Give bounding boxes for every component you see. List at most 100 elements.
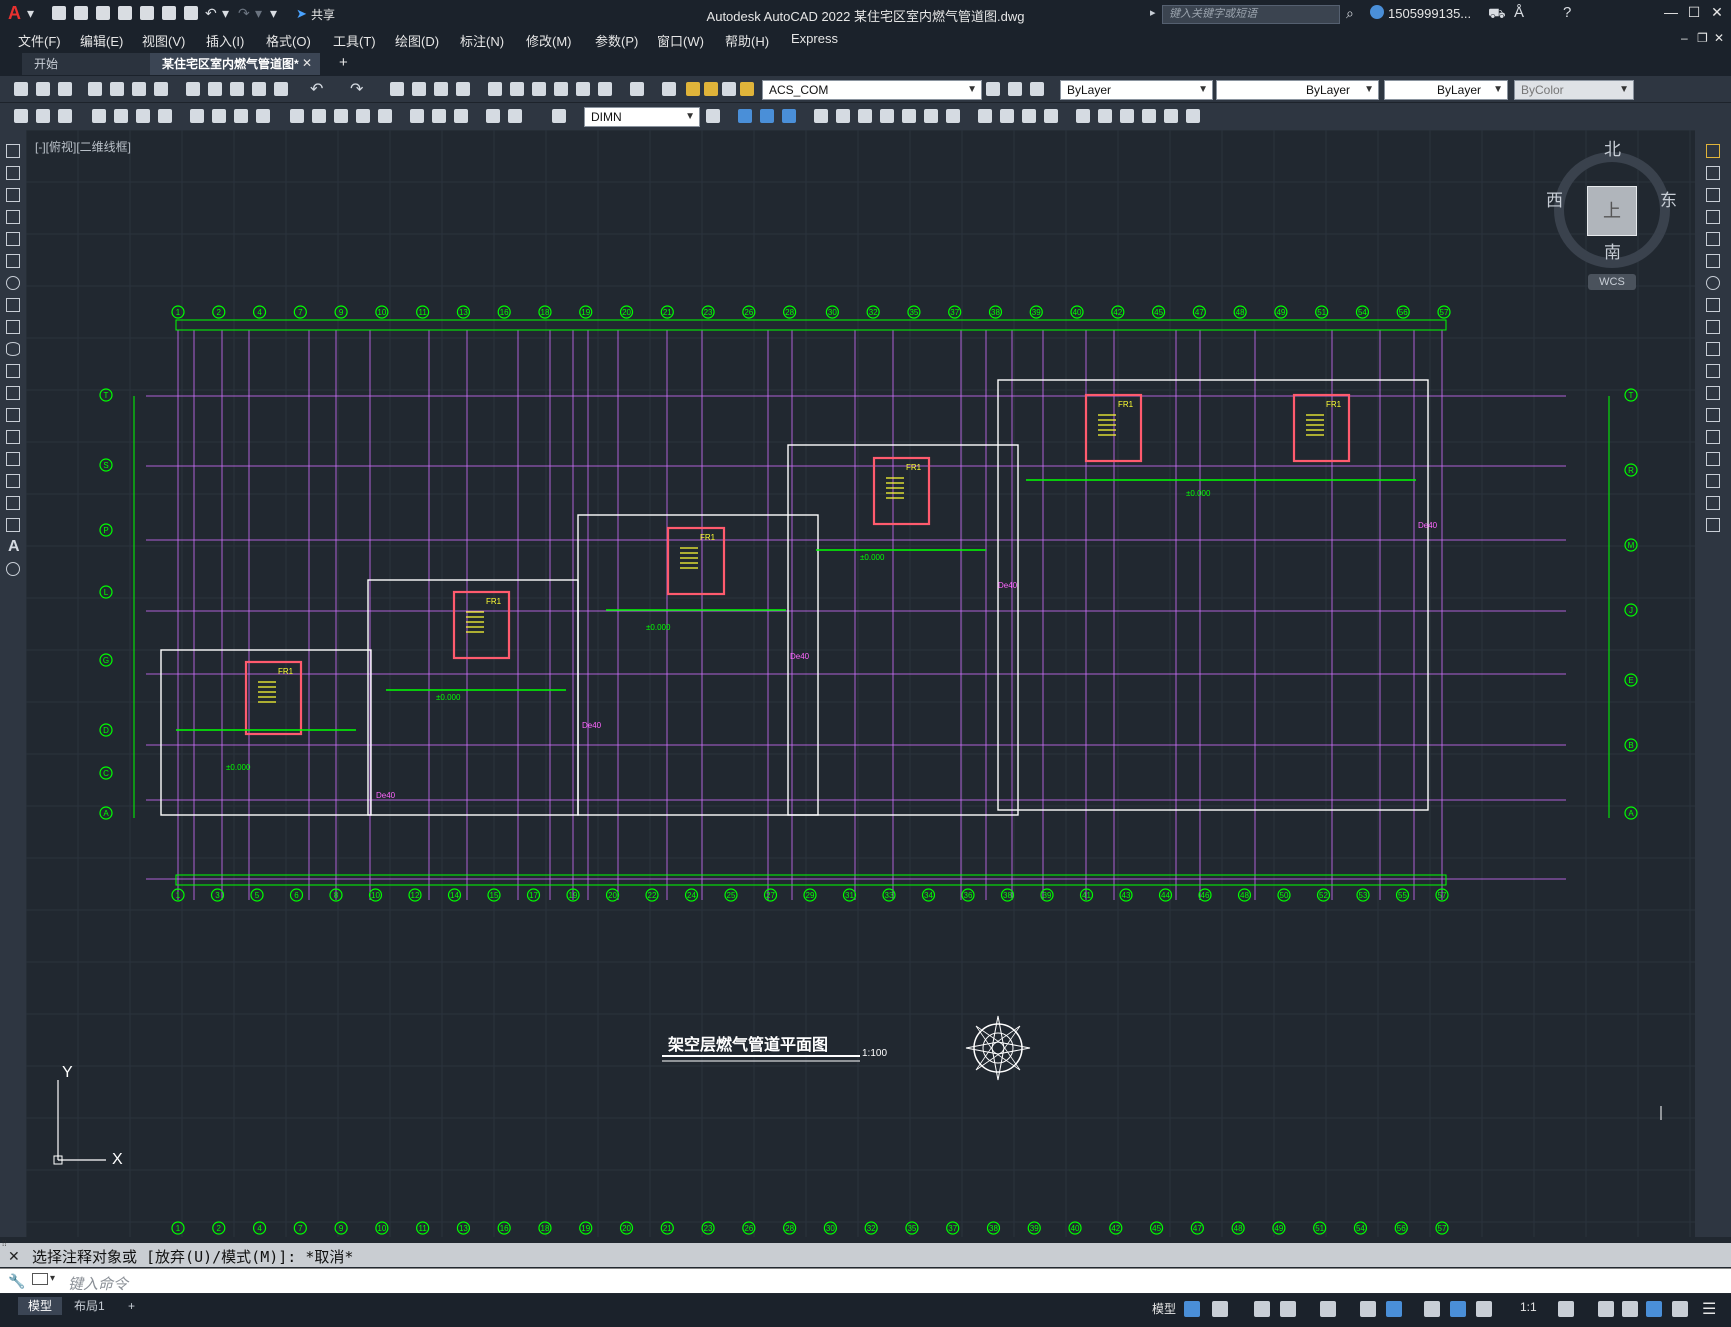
command-input[interactable]: 键入命令 (68, 1273, 128, 1294)
paste-icon[interactable] (230, 82, 244, 96)
publish-icon[interactable] (132, 82, 146, 96)
line-icon[interactable] (6, 144, 20, 158)
move-icon[interactable] (1706, 254, 1720, 268)
plot-icon[interactable] (88, 82, 102, 96)
app-menu-chevron-icon[interactable]: ▾ (27, 6, 39, 20)
rotate-icon[interactable] (1706, 276, 1720, 290)
dim-linear-icon[interactable] (14, 109, 28, 123)
menu-help[interactable]: 帮助(H) (725, 31, 769, 50)
hatch-icon[interactable] (6, 452, 20, 466)
layer-on-icon[interactable] (686, 82, 700, 96)
linetype-dropdown[interactable]: ByLayer ▼ (1216, 80, 1379, 100)
dim-space-icon[interactable] (290, 109, 304, 123)
layer-dropdown[interactable]: ACS_COM ▼ (762, 80, 982, 100)
spline-icon[interactable] (6, 320, 20, 334)
undo-icon[interactable]: ↶ (310, 79, 323, 99)
redo-icon[interactable]: ↷ (350, 79, 363, 99)
polar-icon[interactable] (1280, 1301, 1296, 1317)
intersect-icon[interactable] (946, 109, 960, 123)
annotation-visibility-icon[interactable] (1450, 1301, 1466, 1317)
cut-icon[interactable] (186, 82, 200, 96)
search-icon[interactable]: ⌕ (1346, 5, 1354, 22)
zoom-window-icon[interactable] (434, 82, 448, 96)
design-center-icon[interactable] (510, 82, 524, 96)
add-layout-button[interactable]: + (118, 1297, 145, 1315)
explode-icon[interactable] (1706, 518, 1720, 532)
render-icon[interactable] (1000, 109, 1014, 123)
workspace-gear-icon[interactable] (1558, 1301, 1574, 1317)
menu-view[interactable]: 视图(V) (142, 31, 185, 50)
help-icon[interactable] (630, 82, 644, 96)
menu-express[interactable]: Express (791, 31, 838, 46)
tab-document[interactable]: 某住宅区室内燃气管道图* (150, 53, 320, 75)
dim-baseline-icon[interactable] (234, 109, 248, 123)
cart-icon[interactable]: ⛟ (1488, 5, 1506, 24)
customize-wrench-icon[interactable]: 🔧 (8, 1273, 25, 1290)
redo-dropdown-icon[interactable]: ▾ (255, 6, 267, 20)
break-at-point-icon[interactable] (1706, 386, 1720, 400)
color-dropdown[interactable]: ByLayer ▼ (1060, 80, 1213, 100)
lineweight-dropdown[interactable]: ByLayer ▼ (1384, 80, 1508, 100)
dim-override-icon[interactable] (552, 109, 566, 123)
viewcube-top-face[interactable]: 上 (1587, 186, 1637, 236)
auto-scale-icon[interactable] (1476, 1301, 1492, 1317)
new-file-icon[interactable] (52, 6, 66, 20)
revcloud-icon[interactable] (6, 298, 20, 312)
zoom-realtime-icon[interactable] (412, 82, 426, 96)
plot-icon[interactable] (184, 6, 198, 20)
clean-screen-icon[interactable] (1672, 1301, 1688, 1317)
viewcube-south[interactable]: 南 (1604, 238, 1621, 263)
units-icon[interactable] (1622, 1301, 1638, 1317)
tab-model[interactable]: 模型 (18, 1297, 63, 1315)
menu-modify[interactable]: 修改(M) (526, 31, 572, 50)
dim-jogged-icon[interactable] (136, 109, 150, 123)
copy-icon[interactable] (208, 82, 222, 96)
doc-close-icon[interactable]: ✕ (1714, 31, 1724, 45)
ellipse-arc-icon[interactable] (6, 364, 20, 378)
share-icon[interactable]: ➤ (296, 6, 307, 22)
zoom-previous-icon[interactable] (456, 82, 470, 96)
viewcube-north[interactable]: 北 (1604, 135, 1621, 160)
dim-angular-icon[interactable] (190, 109, 204, 123)
dim-continue-icon[interactable] (256, 109, 270, 123)
join-icon[interactable] (1706, 430, 1720, 444)
object-snap-tracking-icon[interactable] (1360, 1301, 1376, 1317)
menu-insert[interactable]: 插入(I) (206, 31, 244, 50)
pan-icon[interactable] (390, 82, 404, 96)
tolerance-icon[interactable] (334, 109, 348, 123)
close-icon[interactable]: ✕ (1706, 4, 1728, 24)
model-space-button[interactable]: 模型 (1152, 1300, 1176, 1317)
quickcalc-icon[interactable] (598, 82, 612, 96)
layer-lock-icon[interactable] (740, 82, 754, 96)
ucs-object-icon[interactable] (1164, 109, 1178, 123)
arc-icon[interactable] (6, 254, 20, 268)
lineweight-icon[interactable] (1424, 1301, 1440, 1317)
open-icon[interactable] (36, 82, 50, 96)
add-selected-icon[interactable] (6, 562, 20, 576)
autocad-logo-icon[interactable]: A (8, 3, 26, 23)
inspection-icon[interactable] (378, 109, 392, 123)
menu-edit[interactable]: 编辑(E) (80, 31, 123, 50)
dim-break-icon[interactable] (312, 109, 326, 123)
ucs-face-icon[interactable] (1142, 109, 1156, 123)
menu-tools[interactable]: 工具(T) (333, 31, 376, 50)
scale-icon[interactable] (1706, 298, 1720, 312)
fillet-icon[interactable] (1706, 474, 1720, 488)
search-expand-icon[interactable]: ▸ (1150, 6, 1156, 19)
viewcube-east[interactable]: 东 (1660, 186, 1677, 211)
3d-print-icon[interactable] (154, 82, 168, 96)
ucs-world-icon[interactable] (1098, 109, 1112, 123)
center-mark-icon[interactable] (356, 109, 370, 123)
polyline-icon[interactable] (6, 188, 20, 202)
save-web-icon[interactable] (162, 6, 176, 20)
maximize-icon[interactable]: ☐ (1683, 4, 1705, 24)
undo-dropdown-icon[interactable]: ▾ (222, 6, 234, 20)
user-icon[interactable] (1370, 5, 1384, 19)
extend-icon[interactable] (1706, 364, 1720, 378)
plot-preview-icon[interactable] (110, 82, 124, 96)
redo-icon[interactable]: ↷ (238, 6, 250, 20)
copy-icon[interactable] (1706, 166, 1720, 180)
make-current-layer-icon[interactable] (986, 82, 1000, 96)
isodraft-icon[interactable] (1320, 1301, 1336, 1317)
snap-icon[interactable] (1212, 1301, 1228, 1317)
